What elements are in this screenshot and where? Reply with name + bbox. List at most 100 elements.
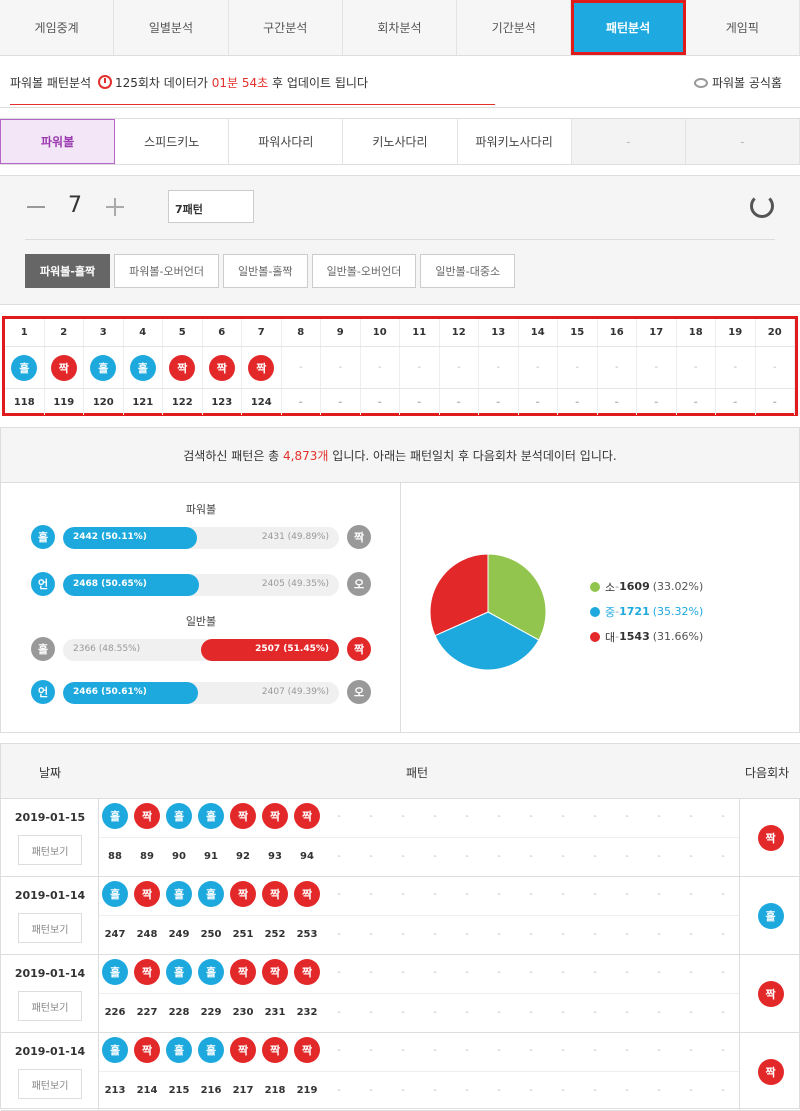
history-round: 88 bbox=[108, 851, 122, 862]
history-ball: 짝 bbox=[230, 1037, 256, 1063]
grid-round-cell: - bbox=[716, 389, 756, 415]
next-result-ball: 짝 bbox=[757, 980, 784, 1007]
next-result-ball: 홀 bbox=[757, 902, 784, 929]
game-tab-1[interactable]: 스피드키노 bbox=[115, 119, 230, 164]
history-empty: - bbox=[721, 1045, 725, 1056]
history-empty: - bbox=[721, 929, 725, 940]
pattern-type-tab-1[interactable]: 파워볼-오버언더 bbox=[114, 254, 219, 288]
history-empty: - bbox=[433, 1007, 437, 1018]
history-empty: - bbox=[369, 1085, 373, 1096]
history-empty: - bbox=[689, 811, 693, 822]
history-ball: 홀 bbox=[198, 803, 224, 829]
pattern-type-tab-0[interactable]: 파워볼-홀짝 bbox=[25, 254, 111, 288]
grid-ball-cell: - bbox=[756, 347, 795, 388]
history-empty: - bbox=[529, 1045, 533, 1056]
countdown-timer: 01분 54초 bbox=[211, 76, 269, 90]
history-round: 231 bbox=[264, 1007, 286, 1018]
nav-tab-4[interactable]: 기간분석 bbox=[457, 0, 572, 55]
nav-tab-3[interactable]: 회차분석 bbox=[342, 0, 458, 55]
grid-round-cell: - bbox=[479, 389, 519, 415]
stat-left-ball: 홀 bbox=[31, 525, 55, 549]
result-pie-chart bbox=[429, 553, 547, 671]
history-ball: 짝 bbox=[134, 881, 160, 907]
grid-empty: - bbox=[417, 362, 422, 373]
history-empty: - bbox=[433, 851, 437, 862]
history-empty: - bbox=[465, 929, 469, 940]
history-empty: - bbox=[657, 811, 661, 822]
view-pattern-button[interactable]: 패턴보기 bbox=[18, 913, 82, 943]
grid-col-header: 17 bbox=[637, 319, 677, 346]
history-round: 93 bbox=[268, 851, 282, 862]
history-empty: - bbox=[625, 967, 629, 978]
grid-round-cell: - bbox=[519, 389, 558, 415]
refresh-icon[interactable] bbox=[750, 194, 774, 218]
history-empty: - bbox=[369, 967, 373, 978]
round-number: 121 bbox=[132, 396, 154, 408]
minus-icon[interactable] bbox=[27, 206, 45, 208]
history-empty: - bbox=[657, 1007, 661, 1018]
history-ball: 짝 bbox=[262, 959, 288, 985]
nav-tab-2[interactable]: 구간분석 bbox=[228, 0, 343, 55]
round-number: - bbox=[693, 396, 698, 408]
grid-col-header: 16 bbox=[598, 319, 637, 346]
history-ball: 짝 bbox=[230, 803, 256, 829]
result-ball: 짝 bbox=[169, 354, 196, 381]
history-date-cell: 2019-01-15 패턴보기 bbox=[1, 799, 99, 876]
grid-ball-cell: 짝 bbox=[242, 347, 282, 388]
grid-empty: - bbox=[733, 362, 738, 373]
history-ball: 짝 bbox=[134, 1037, 160, 1063]
round-number: - bbox=[298, 396, 303, 408]
pattern-type-tab-4[interactable]: 일반볼-대중소 bbox=[420, 254, 516, 288]
history-ball: 짝 bbox=[294, 803, 320, 829]
view-pattern-button[interactable]: 패턴보기 bbox=[18, 835, 82, 865]
nav-tab-5[interactable]: 패턴분석 bbox=[571, 0, 686, 55]
official-home-link[interactable]: 파워볼 공식홈 bbox=[693, 74, 782, 91]
history-date: 2019-01-15 bbox=[14, 811, 86, 824]
history-empty: - bbox=[625, 811, 629, 822]
grid-round-cell: - bbox=[598, 389, 637, 415]
view-pattern-button[interactable]: 패턴보기 bbox=[18, 1069, 82, 1099]
round-number: - bbox=[496, 396, 501, 408]
view-pattern-button[interactable]: 패턴보기 bbox=[18, 991, 82, 1021]
legend-dot bbox=[590, 581, 600, 592]
grid-round-cell: - bbox=[558, 389, 598, 415]
grid-col-header: 5 bbox=[163, 319, 203, 346]
history-ball: 짝 bbox=[134, 959, 160, 985]
game-tab-3[interactable]: 키노사다리 bbox=[343, 119, 458, 164]
nav-tab-1[interactable]: 일별분석 bbox=[114, 0, 229, 55]
round-number: 124 bbox=[250, 396, 272, 408]
legend-dot bbox=[590, 631, 600, 642]
game-tab-2[interactable]: 파워사다리 bbox=[229, 119, 344, 164]
stat-row: 언 2466 (50.61%) 2407 (49.39%) 오 bbox=[31, 680, 371, 706]
grid-ball-cell: - bbox=[440, 347, 479, 388]
plus-icon[interactable] bbox=[106, 198, 124, 216]
history-empty: - bbox=[689, 889, 693, 900]
grid-col-header: 10 bbox=[361, 319, 400, 346]
pattern-select[interactable]: 7패턴 bbox=[168, 190, 254, 223]
history-empty: - bbox=[721, 967, 725, 978]
history-row: 2019-01-14 패턴보기 홀 226 짝 227 홀 228 홀 229 짝 230 짝 231 짝 2… bbox=[1, 955, 800, 1033]
history-empty: - bbox=[625, 1085, 629, 1096]
legend-percent: (33.02%) bbox=[652, 580, 704, 593]
summary-pre: 검색하신 패턴은 총 bbox=[183, 448, 280, 463]
pattern-type-tab-3[interactable]: 일반볼-오버언더 bbox=[311, 254, 417, 288]
pattern-type-tab-2[interactable]: 일반볼-홀짝 bbox=[222, 254, 308, 288]
history-empty: - bbox=[433, 1045, 437, 1056]
history-next-cell: 홀 bbox=[739, 877, 800, 954]
info-prefix: 파워볼 패턴분석 bbox=[10, 76, 92, 90]
history-empty: - bbox=[401, 967, 405, 978]
stat-right-value: 2431 (49.89%) bbox=[261, 532, 329, 542]
history-empty: - bbox=[529, 929, 533, 940]
history-round: 214 bbox=[136, 1085, 158, 1096]
update-progress-line bbox=[10, 104, 495, 105]
nav-tab-6[interactable]: 게임픽 bbox=[685, 0, 800, 55]
nav-tab-0[interactable]: 게임중계 bbox=[0, 0, 115, 55]
result-ball: 짝 bbox=[208, 354, 235, 381]
header-pattern: 패턴 bbox=[406, 766, 429, 780]
game-tab-4[interactable]: 파워키노사다리 bbox=[458, 119, 572, 164]
stat-row: 홀 2442 (50.11%) 2431 (49.89%) 짝 bbox=[31, 525, 371, 551]
history-round: 89 bbox=[140, 851, 154, 862]
game-tab-0[interactable]: 파워볼 bbox=[0, 119, 116, 164]
info-mid: 데이터가 bbox=[163, 76, 208, 90]
pattern-count: 7 bbox=[68, 193, 82, 218]
